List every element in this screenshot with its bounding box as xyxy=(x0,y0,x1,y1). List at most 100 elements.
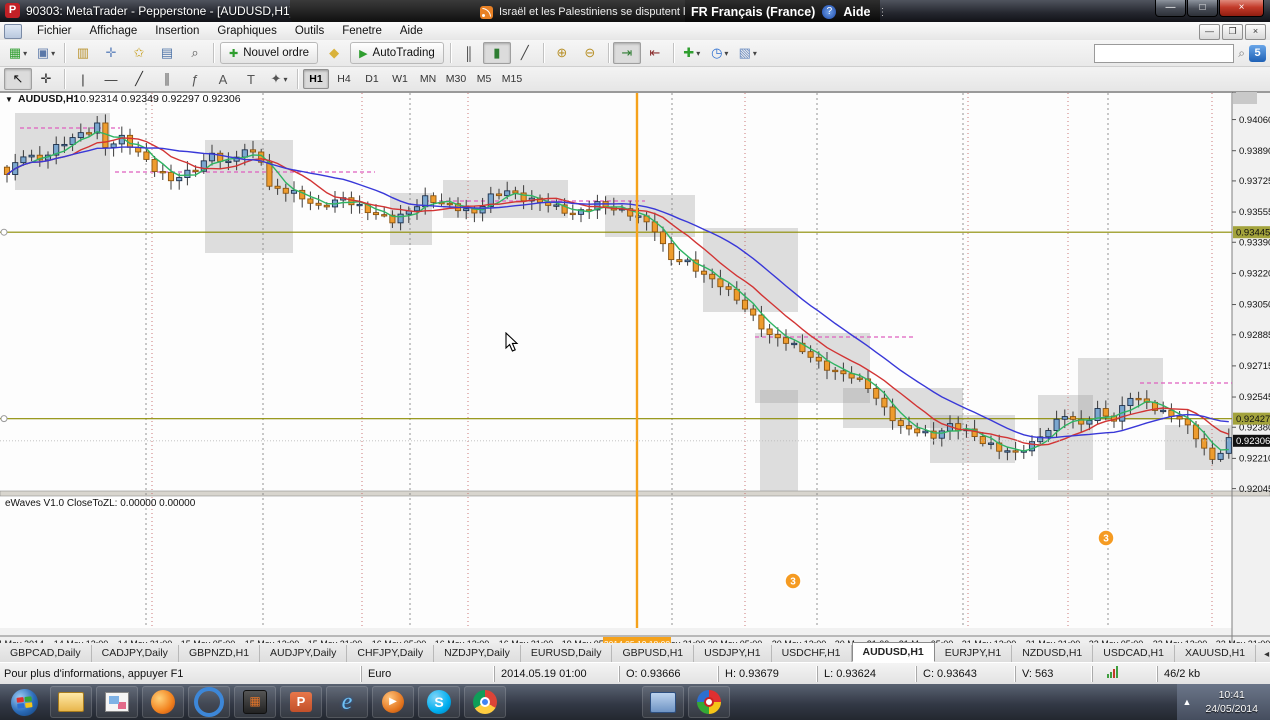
menu-fichier[interactable]: Fichier xyxy=(28,23,81,39)
menu-aide[interactable]: Aide xyxy=(391,23,432,39)
tab-usdcad-h1[interactable]: USDCAD,H1 xyxy=(1093,645,1175,662)
bar-chart-icon[interactable]: ║ xyxy=(455,42,483,64)
tab-gbpcad-daily[interactable]: GBPCAD,Daily xyxy=(0,645,92,662)
line-chart-icon[interactable]: ╱ xyxy=(511,42,539,64)
tab-usdjpy-h1[interactable]: USDJPY,H1 xyxy=(694,645,772,662)
timeframe-d1[interactable]: D1 xyxy=(359,69,385,89)
chart-shift-icon[interactable]: ⇤ xyxy=(641,42,669,64)
chrome-icon[interactable] xyxy=(464,686,506,718)
child-minimize-button[interactable]: — xyxy=(1199,24,1220,40)
auto-scroll-icon[interactable]: ⇥ xyxy=(612,42,641,64)
tab-xauusd-h1[interactable]: XAUUSD,H1 xyxy=(1175,645,1257,662)
terminal-icon[interactable]: ▤ xyxy=(153,42,181,64)
explorer-icon[interactable] xyxy=(50,686,92,718)
new-chart-icon[interactable]: ▦ ▾ xyxy=(4,42,32,64)
cursor-tool-icon[interactable]: ↖ xyxy=(4,68,32,90)
timeframe-m30[interactable]: M30 xyxy=(443,69,469,89)
zoom-in-icon[interactable]: ⊕ xyxy=(548,42,576,64)
maximize-button[interactable]: □ xyxy=(1187,0,1218,17)
data-window-icon[interactable]: ✛ xyxy=(97,42,125,64)
new-order-button[interactable]: ✚ Nouvel ordre xyxy=(220,42,319,64)
crosshair-tool-icon[interactable]: ✛ xyxy=(32,68,60,90)
market-watch-icon[interactable]: ▥ xyxy=(69,42,97,64)
dropdown-caret-icon[interactable]: ▾ xyxy=(23,49,27,58)
templates-icon[interactable]: ▧ ▾ xyxy=(734,42,762,64)
channel-tool-icon[interactable]: ∥ xyxy=(153,68,181,90)
horizontal-line-tool-icon[interactable]: — xyxy=(97,68,125,90)
language-bar-options-icon[interactable]: ⋮ xyxy=(877,7,888,18)
label-tool-icon[interactable]: T xyxy=(237,68,265,90)
indicators-add-icon[interactable]: ✚ ▾ xyxy=(678,42,706,64)
language-label[interactable]: FR Français (France) xyxy=(691,5,815,19)
media-player-icon[interactable]: ▶ xyxy=(372,686,414,718)
expert-advisors-icon[interactable]: ◆ xyxy=(320,42,348,64)
vertical-line-tool-icon[interactable]: | xyxy=(69,68,97,90)
timeframe-m15[interactable]: M15 xyxy=(499,69,525,89)
firefox-icon[interactable] xyxy=(142,686,184,718)
tab-nzdjpy-daily[interactable]: NZDJPY,Daily xyxy=(434,645,521,662)
tab-scroll-left-icon[interactable]: ◂ xyxy=(1264,649,1269,660)
tab-gbpusd-h1[interactable]: GBPUSD,H1 xyxy=(612,645,695,662)
community-badge-icon[interactable]: 5 xyxy=(1249,44,1266,62)
menu-affichage[interactable]: Affichage xyxy=(81,23,147,39)
menu-insertion[interactable]: Insertion xyxy=(146,23,208,39)
dropdown-caret-icon[interactable]: ▾ xyxy=(724,49,728,58)
menu-graphiques[interactable]: Graphiques xyxy=(208,23,285,39)
timeframe-m5[interactable]: M5 xyxy=(471,69,497,89)
language-bar[interactable]: FR Français (France) ? Aide ⋮ xyxy=(685,0,887,24)
child-restore-button[interactable]: ❐ xyxy=(1222,24,1243,40)
tab-gbpnzd-h1[interactable]: GBPNZD,H1 xyxy=(179,645,261,662)
dropdown-caret-icon[interactable]: ▾ xyxy=(696,49,700,58)
powerpoint-icon[interactable]: P xyxy=(280,686,322,718)
tab-chfjpy-daily[interactable]: CHFJPY,Daily xyxy=(347,645,435,662)
taskbar-clock[interactable]: 10:41 24/05/2014 xyxy=(1205,688,1264,716)
internet-explorer-icon[interactable]: e xyxy=(326,686,368,718)
search-icon[interactable]: ⌕ xyxy=(1238,46,1245,61)
minimize-button[interactable]: — xyxy=(1155,0,1186,17)
indicator-pane[interactable] xyxy=(0,496,1232,628)
trendline-tool-icon[interactable]: ╱ xyxy=(125,68,153,90)
dropdown-caret-icon[interactable]: ▾ xyxy=(51,49,55,58)
timeframe-h1[interactable]: H1 xyxy=(303,69,329,89)
media-center-icon[interactable]: ▦ xyxy=(234,686,276,718)
remote-desktop-icon[interactable] xyxy=(642,686,684,718)
profiles-icon[interactable]: ▣ ▾ xyxy=(32,42,60,64)
navigator-icon[interactable]: ✩ xyxy=(125,42,153,64)
help-menu[interactable]: Aide xyxy=(843,5,870,19)
tab-audusd-h1[interactable]: AUDUSD,H1 xyxy=(851,642,935,662)
photo-viewer-icon[interactable] xyxy=(96,686,138,718)
close-button[interactable]: × xyxy=(1219,0,1264,17)
zoom-out-icon[interactable]: ⊖ xyxy=(576,42,604,64)
chart-canvas[interactable]: 0.94060 0.93890 0.93725 0.93555 0.93390 0.932… xyxy=(0,84,1270,650)
pane-splitter[interactable] xyxy=(0,490,1270,497)
candlestick-chart-icon[interactable]: ▮ xyxy=(482,42,511,64)
periods-icon[interactable]: ◷ ▾ xyxy=(706,42,734,64)
tray-expand-icon[interactable]: ▲ xyxy=(1183,697,1192,707)
tab-audjpy-daily[interactable]: AUDJPY,Daily xyxy=(260,645,348,662)
tab-eurusd-daily[interactable]: EURUSD,Daily xyxy=(521,645,613,662)
fibonacci-tool-icon[interactable]: ƒ xyxy=(181,68,209,90)
timeframe-mn[interactable]: MN xyxy=(415,69,441,89)
skype-icon[interactable]: S xyxy=(418,686,460,718)
sync-ring-icon[interactable] xyxy=(188,686,230,718)
dropdown-caret-icon[interactable]: ▾ xyxy=(753,49,757,58)
tab-cadjpy-daily[interactable]: CADJPY,Daily xyxy=(92,645,179,662)
title-bar[interactable]: P 90303: MetaTrader - Pepperstone - [AUD… xyxy=(0,0,1270,24)
chart-dropdown-icon[interactable]: ▼ xyxy=(5,95,13,104)
timeframe-h4[interactable]: H4 xyxy=(331,69,357,89)
arrows-tool-icon[interactable]: ✦ ▾ xyxy=(265,68,293,90)
tab-usdchf-h1[interactable]: USDCHF,H1 xyxy=(772,645,852,662)
menu-fenetre[interactable]: Fenetre xyxy=(333,23,391,39)
tab-eurjpy-h1[interactable]: EURJPY,H1 xyxy=(935,645,1013,662)
timeframe-w1[interactable]: W1 xyxy=(387,69,413,89)
color-wheel-icon[interactable] xyxy=(688,686,730,718)
chart-area[interactable]: 0.94060 0.93890 0.93725 0.93555 0.93390 0.932… xyxy=(0,84,1270,650)
symbol-search-input[interactable] xyxy=(1094,43,1235,63)
dropdown-caret-icon[interactable]: ▾ xyxy=(283,75,287,84)
menu-outils[interactable]: Outils xyxy=(286,23,333,39)
child-close-button[interactable]: × xyxy=(1245,24,1266,40)
news-ticker[interactable]: Israël et les Palestiniens se disputent … xyxy=(290,0,685,24)
autotrading-button[interactable]: ▶ AutoTrading xyxy=(350,42,444,64)
start-button[interactable] xyxy=(0,685,48,719)
chart-window-icon[interactable] xyxy=(4,23,22,39)
